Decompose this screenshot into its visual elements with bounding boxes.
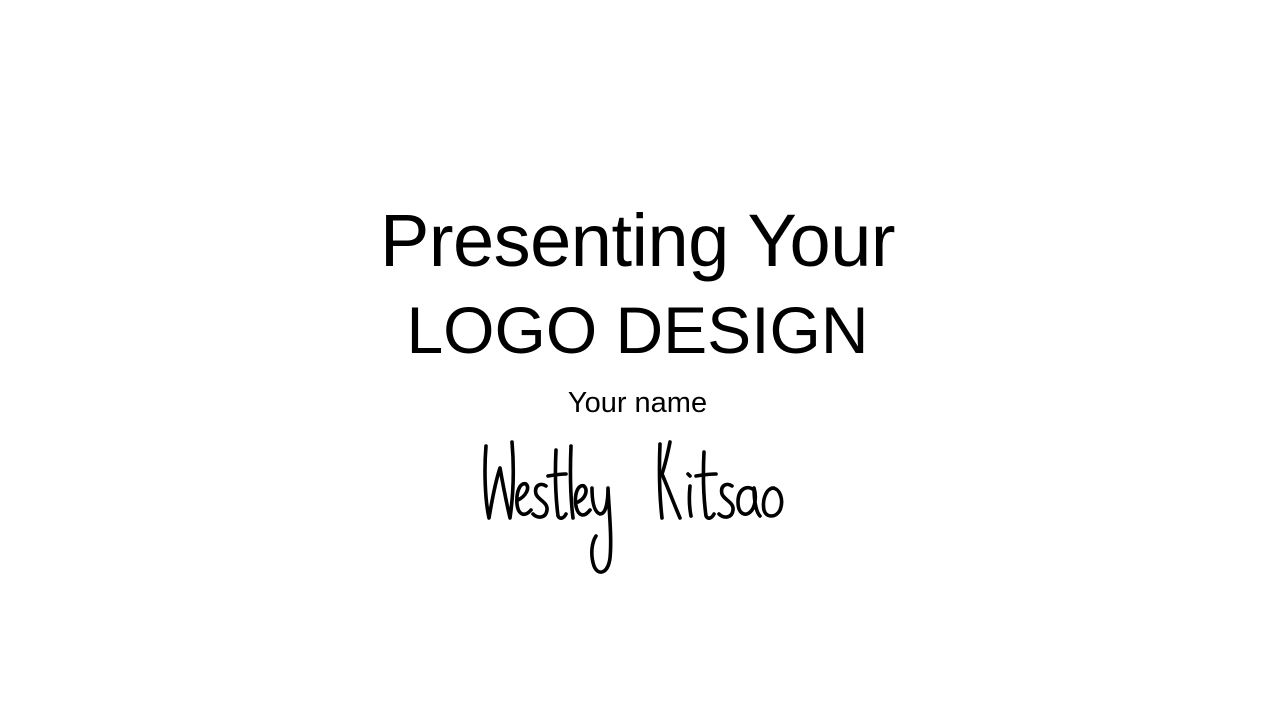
- handwritten-signature: [470, 430, 800, 580]
- title-presenting-your: Presenting Your: [379, 199, 896, 282]
- subtitle-your-name: Your name: [567, 387, 708, 419]
- title-slide: Presenting Your LOGO DESIGN Your name: [0, 0, 1275, 718]
- title-logo-design: LOGO DESIGN: [406, 293, 869, 367]
- signature-image: [483, 440, 784, 574]
